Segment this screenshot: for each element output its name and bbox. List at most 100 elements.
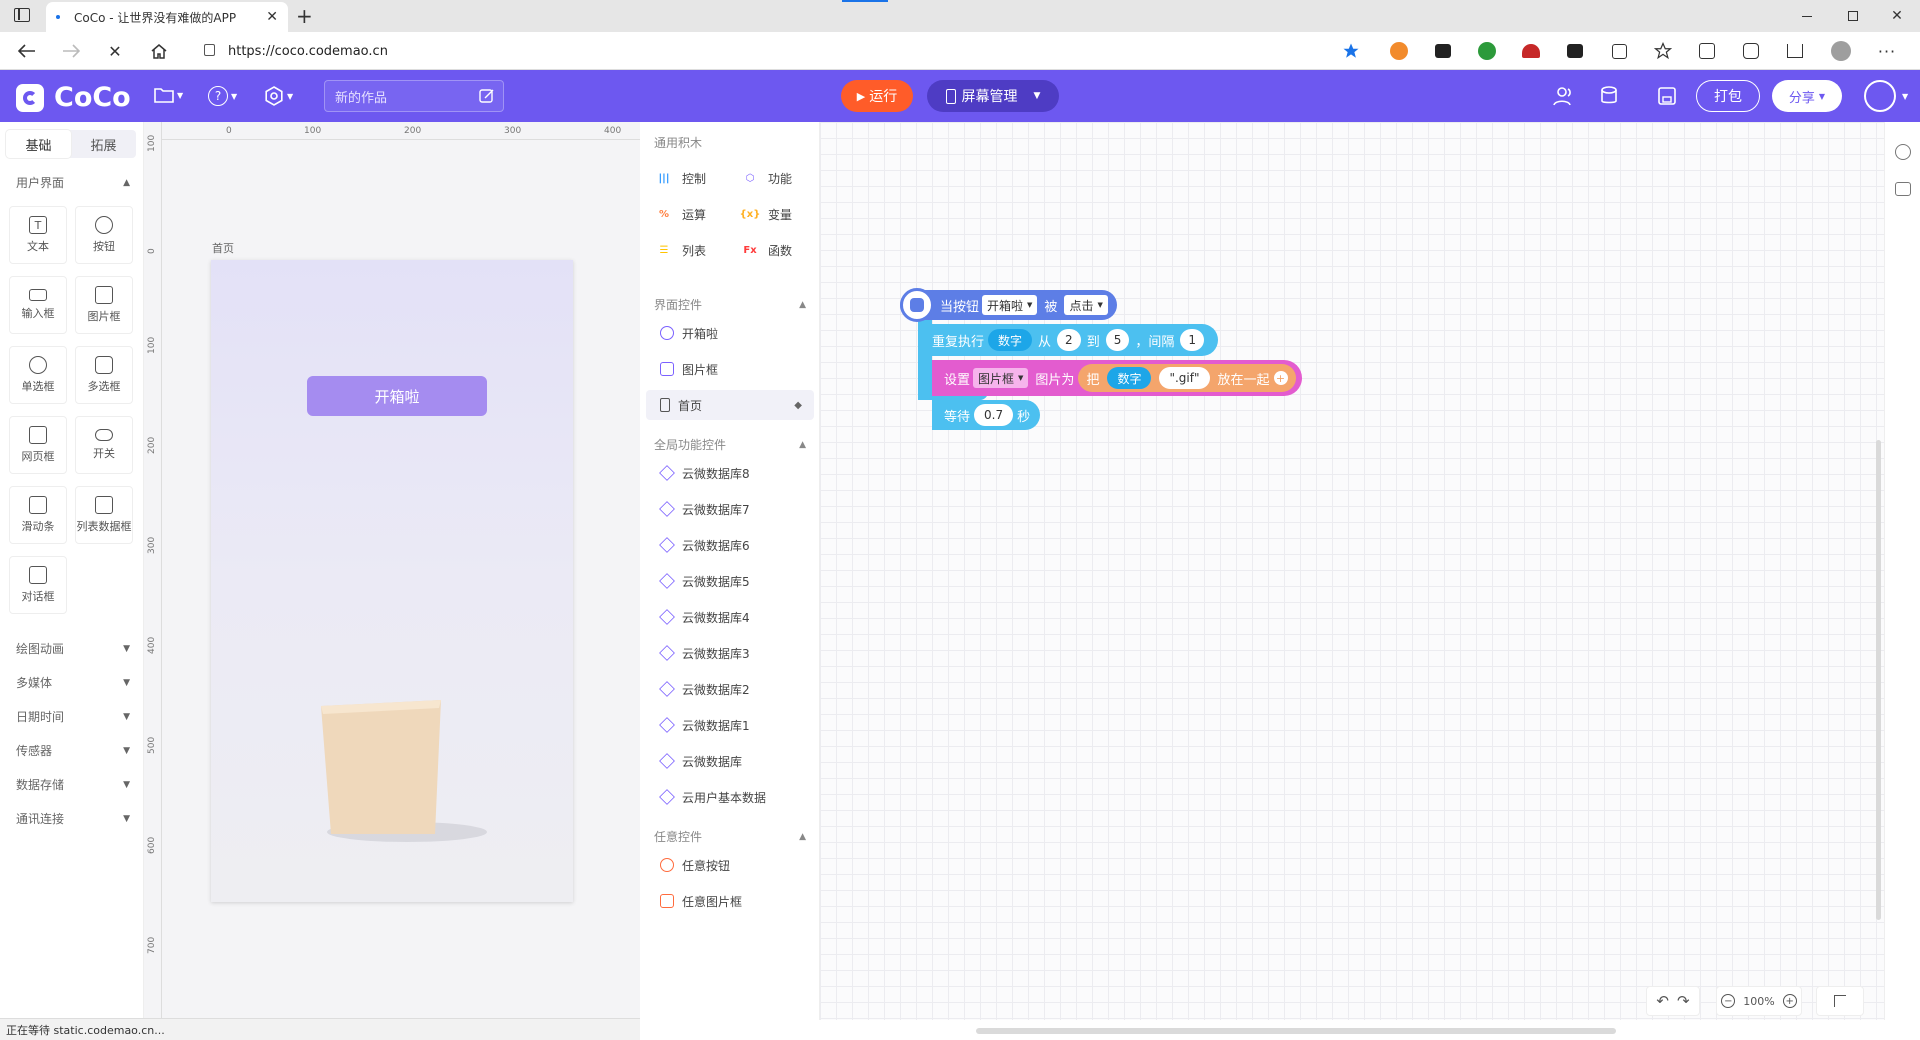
widget-checkbox[interactable]: 多选框 <box>75 346 133 404</box>
widget-image[interactable]: 图片框 <box>75 276 133 334</box>
block-item-cloud-db[interactable]: 云微数据库 <box>646 746 814 776</box>
block-item-button[interactable]: 开箱啦 <box>646 318 814 348</box>
section-communication[interactable]: 通讯连接 ▼ <box>16 810 130 827</box>
section-drawing[interactable]: 绘图动画 ▼ <box>16 640 130 657</box>
collaborators-icon[interactable] <box>1553 86 1575 106</box>
lock-icon[interactable] <box>204 44 215 56</box>
section-media[interactable]: 多媒体 ▼ <box>16 674 130 691</box>
widget-list-data[interactable]: 列表数据框 <box>75 486 133 544</box>
section-any-controls[interactable]: 任意控件 ▲ <box>654 828 806 845</box>
join-var-pill[interactable]: 数字 <box>1107 367 1152 389</box>
block-item-any-button[interactable]: 任意按钮 <box>646 850 814 880</box>
box-image[interactable] <box>319 700 499 850</box>
close-tab-icon[interactable]: ✕ <box>266 9 278 25</box>
user-avatar[interactable] <box>1864 80 1896 112</box>
block-item-cloud-db-6[interactable]: 云微数据库6 <box>646 530 814 560</box>
phone-canvas[interactable]: 开箱啦 <box>211 260 573 902</box>
zoom-out-icon[interactable]: − <box>1721 994 1736 1008</box>
collections-icon[interactable] <box>1696 40 1718 62</box>
event-target-dropdown[interactable]: 开箱啦 ▼ <box>982 295 1038 315</box>
category-list[interactable]: ☰ 列表 <box>656 242 707 259</box>
section-datetime[interactable]: 日期时间 ▼ <box>16 708 130 725</box>
set-image-block[interactable]: 设置 图片框 ▼ 图片为 把 数字 ".gif" 放在一起 + <box>932 360 1302 396</box>
screen-manager-button[interactable]: 屏幕管理 ▼ <box>927 80 1059 112</box>
extension-3-icon[interactable] <box>1476 40 1498 62</box>
block-item-cloud-db-7[interactable]: 云微数据库7 <box>646 494 814 524</box>
favorites-icon[interactable] <box>1652 40 1674 62</box>
section-sensor[interactable]: 传感器 ▼ <box>16 742 130 759</box>
undo-icon[interactable]: ↶ <box>1656 992 1669 1010</box>
extension-4-icon[interactable] <box>1520 40 1542 62</box>
history-icon[interactable] <box>1740 40 1762 62</box>
code-workspace[interactable]: 当按钮 开箱啦 ▼ 被 点击 ▼ 重复执行 数字 从 2 到 5 ，间隔 1 设置 … <box>820 122 1884 1020</box>
wait-block[interactable]: 等待 0.7 秒 <box>932 400 1041 430</box>
run-button[interactable]: ▶ 运行 <box>841 80 913 112</box>
block-item-cloud-db-4[interactable]: 云微数据库4 <box>646 602 814 632</box>
stage-button-kaixiangla[interactable]: 开箱啦 <box>307 376 487 416</box>
backpack-icon[interactable] <box>1895 182 1911 196</box>
redo-icon[interactable]: ↷ <box>1677 992 1690 1010</box>
workspace-vertical-scrollbar[interactable] <box>1876 440 1881 920</box>
url-field[interactable]: https://coco.codemao.cn <box>188 36 1388 66</box>
extension-1-icon[interactable] <box>1388 40 1410 62</box>
widget-text[interactable]: T 文本 <box>9 206 67 264</box>
close-window-icon[interactable]: ✕ <box>1874 0 1920 32</box>
block-item-cloud-user[interactable]: 云用户基本数据 <box>646 782 814 812</box>
share-page-icon[interactable] <box>1784 40 1806 62</box>
widget-radio[interactable]: 单选框 <box>9 346 67 404</box>
new-tab-icon[interactable]: + <box>296 4 313 28</box>
minimize-icon[interactable] <box>1784 0 1830 32</box>
category-variable[interactable]: {x} 变量 <box>740 206 792 223</box>
tab-actions-icon[interactable] <box>14 8 30 22</box>
widget-input[interactable]: 输入框 <box>9 276 67 334</box>
share-button[interactable]: 分享 ▼ <box>1772 80 1842 112</box>
from-value-input[interactable]: 2 <box>1057 329 1081 351</box>
block-item-image[interactable]: 图片框 <box>646 354 814 384</box>
database-icon[interactable] <box>1600 86 1622 106</box>
favorite-star-icon[interactable] <box>1340 40 1362 62</box>
category-control[interactable]: ||| 控制 <box>656 170 707 187</box>
debug-bug-icon[interactable] <box>1895 144 1911 160</box>
align-blocks-icon[interactable] <box>1834 995 1846 1007</box>
widget-slider[interactable]: 滑动条 <box>9 486 67 544</box>
section-user-interface[interactable]: 用户界面 ▲ <box>16 174 130 191</box>
pack-button[interactable]: 打包 <box>1696 80 1760 112</box>
more-menu-icon[interactable]: ··· <box>1876 40 1898 62</box>
restore-icon[interactable] <box>1830 0 1876 32</box>
block-item-cloud-db-3[interactable]: 云微数据库3 <box>646 638 814 668</box>
repeat-range-block[interactable]: 重复执行 数字 从 2 到 5 ，间隔 1 <box>918 324 1218 356</box>
section-storage[interactable]: 数据存储 ▼ <box>16 776 130 793</box>
file-menu[interactable]: ▼ <box>154 86 183 104</box>
extension-5-icon[interactable] <box>1564 40 1586 62</box>
section-global-controls[interactable]: 全局功能控件 ▲ <box>654 436 806 453</box>
widget-switch[interactable]: 开关 <box>75 416 133 474</box>
join-string-input[interactable]: ".gif" <box>1159 367 1210 389</box>
project-name-field[interactable]: 新的作品 <box>324 80 504 112</box>
category-operator[interactable]: % 运算 <box>656 206 706 223</box>
save-icon[interactable] <box>1657 86 1677 106</box>
zoom-in-icon[interactable]: + <box>1782 994 1797 1008</box>
tab-basic[interactable]: 基础 <box>6 130 71 158</box>
set-target-dropdown[interactable]: 图片框 ▼ <box>973 368 1029 388</box>
wait-value-input[interactable]: 0.7 <box>974 404 1014 426</box>
tab-extension[interactable]: 拓展 <box>71 130 136 158</box>
edit-icon[interactable] <box>479 88 495 104</box>
to-value-input[interactable]: 5 <box>1105 329 1130 351</box>
add-circle-icon[interactable]: + <box>1273 371 1288 385</box>
block-item-homepage[interactable]: 首页 ◆ <box>646 390 814 420</box>
widget-dialog[interactable]: 对话框 <box>9 556 67 614</box>
block-item-cloud-db-5[interactable]: 云微数据库5 <box>646 566 814 596</box>
event-action-dropdown[interactable]: 点击 ▼ <box>1064 295 1108 315</box>
category-function[interactable]: ⬡ 功能 <box>742 170 792 187</box>
repeat-var-pill[interactable]: 数字 <box>988 329 1033 351</box>
step-value-input[interactable]: 1 <box>1180 329 1204 351</box>
block-item-cloud-db-2[interactable]: 云微数据库2 <box>646 674 814 704</box>
help-menu[interactable]: ? ▼ <box>208 86 237 106</box>
layers-icon[interactable]: ◆ <box>794 400 802 411</box>
block-item-cloud-db-1[interactable]: 云微数据库1 <box>646 710 814 740</box>
category-fx[interactable]: Fx 函数 <box>742 242 792 259</box>
extension-2-icon[interactable] <box>1432 40 1454 62</box>
section-ui-controls[interactable]: 界面控件 ▲ <box>654 296 806 313</box>
widget-webview[interactable]: 网页框 <box>9 416 67 474</box>
forward-icon[interactable] <box>58 38 84 64</box>
